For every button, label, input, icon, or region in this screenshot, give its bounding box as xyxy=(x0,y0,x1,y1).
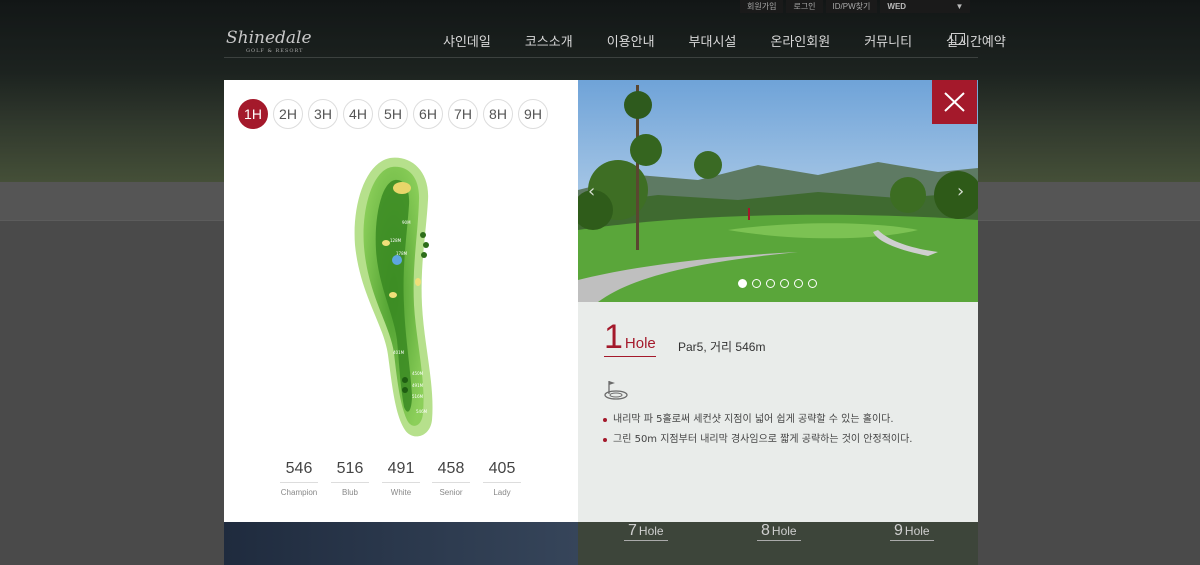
map-distance-label: 90M xyxy=(402,220,411,225)
distance-value: 491 xyxy=(382,460,420,483)
day-select[interactable]: WED ▼ xyxy=(880,0,971,13)
utility-bar: 회원가입 로그인 ID/PW찾기 WED ▼ xyxy=(740,0,971,13)
flag-green-icon xyxy=(604,381,628,400)
tab-hole-8[interactable]: 8H xyxy=(483,99,513,129)
thumb-word: Hole xyxy=(638,524,664,538)
hole-tabs: 1H 2H 3H 4H 5H 6H 7H 8H 9H xyxy=(238,99,548,129)
slide-prev-arrow[interactable]: ‹ xyxy=(588,181,595,202)
distance-value: 458 xyxy=(432,460,470,483)
distance-value: 546 xyxy=(280,460,318,483)
course-map-thumbnail xyxy=(224,520,578,565)
main-nav: 샤인데일 코스소개 이용안내 부대시설 온라인회원 커뮤니티 실시간예약 xyxy=(443,31,1012,50)
tab-hole-2[interactable]: 2H xyxy=(273,99,303,129)
tee-label: Champion xyxy=(280,488,318,497)
tab-hole-4[interactable]: 4H xyxy=(343,99,373,129)
site-logo[interactable]: Shinedale GOLF & RESORT xyxy=(226,28,312,54)
nav-divider xyxy=(224,57,978,58)
slide-dot-5[interactable] xyxy=(794,279,803,288)
close-icon xyxy=(944,92,965,112)
hole-title: 1 Hole xyxy=(604,320,656,357)
nav-item-course[interactable]: 코스소개 xyxy=(525,31,573,50)
tab-hole-1[interactable]: 1H xyxy=(238,99,268,129)
logo-script: Shinedale xyxy=(226,28,312,48)
hole-photo-slide xyxy=(578,80,978,302)
distance-value: 405 xyxy=(483,460,521,483)
map-distance-label: 178M xyxy=(396,251,408,256)
distance-senior: 458 Senior xyxy=(432,460,470,497)
chevron-down-icon: ▼ xyxy=(955,2,964,11)
hole-number: 1 xyxy=(604,318,623,356)
hole-layout-map: 90M 128M 178M 401M 450M 491M 516M 546M xyxy=(354,157,433,437)
calendar-icon[interactable] xyxy=(951,33,965,45)
hole-word: Hole xyxy=(624,335,656,352)
thumb-word: Hole xyxy=(771,524,797,538)
slide-dot-3[interactable] xyxy=(766,279,775,288)
slide-dot-4[interactable] xyxy=(780,279,789,288)
tee-label: White xyxy=(390,488,412,497)
thumb-num: 9 xyxy=(894,522,903,539)
tab-hole-7[interactable]: 7H xyxy=(448,99,478,129)
tab-hole-3[interactable]: 3H xyxy=(308,99,338,129)
tee-label: Lady xyxy=(493,488,511,497)
logo-sub: GOLF & RESORT xyxy=(246,48,304,54)
distance-lady: 405 Lady xyxy=(483,460,521,497)
tab-hole-9[interactable]: 9H xyxy=(518,99,548,129)
nav-item-online-member[interactable]: 온라인회원 xyxy=(770,31,830,50)
slide-next-arrow[interactable]: › xyxy=(957,181,964,202)
slide-dot-2[interactable] xyxy=(752,279,761,288)
find-id-link[interactable]: ID/PW찾기 xyxy=(825,0,878,13)
slide-dot-1[interactable] xyxy=(738,279,747,288)
map-distance-label: 401M xyxy=(393,350,405,355)
distance-champion: 546 Champion xyxy=(280,460,318,497)
description-item: 그린 50m 지점부터 내리막 경사임으로 짧게 공략하는 것이 안정적이다. xyxy=(603,430,912,450)
thumb-num: 7 xyxy=(628,522,637,539)
hole-thumb-label-8[interactable]: 8 Hole xyxy=(757,522,801,541)
slide-pagination xyxy=(738,279,817,288)
thumb-word: Hole xyxy=(904,524,930,538)
hole-thumb-label-7[interactable]: 7 Hole xyxy=(624,522,668,541)
map-distance-label: 128M xyxy=(390,238,402,243)
login-link[interactable]: 로그인 xyxy=(786,0,823,13)
hole-par-distance: Par5, 거리 546m xyxy=(678,340,766,354)
tab-hole-6[interactable]: 6H xyxy=(413,99,443,129)
join-link[interactable]: 회원가입 xyxy=(740,0,784,13)
tee-label: Senior xyxy=(439,488,463,497)
map-distance-label: 516M xyxy=(412,394,424,399)
map-distance-label: 491M xyxy=(412,383,424,388)
distance-blub: 516 Blub xyxy=(331,460,369,497)
day-value: WED xyxy=(887,2,907,11)
nav-item-facilities[interactable]: 부대시설 xyxy=(689,31,737,50)
nav-item-community[interactable]: 커뮤니티 xyxy=(864,31,912,50)
nav-item-shinedale[interactable]: 샤인데일 xyxy=(443,31,491,50)
description-item: 내리막 파 5홀로써 세컨샷 지점이 넓어 쉽게 공략할 수 있는 홀이다. xyxy=(603,410,912,430)
nav-item-guide[interactable]: 이용안내 xyxy=(607,31,655,50)
distance-value: 516 xyxy=(331,460,369,483)
hole-thumb-label-9[interactable]: 9 Hole xyxy=(890,522,934,541)
tab-hole-5[interactable]: 5H xyxy=(378,99,408,129)
map-distance-label: 546M xyxy=(416,409,428,414)
thumb-num: 8 xyxy=(761,522,770,539)
slide-dot-6[interactable] xyxy=(808,279,817,288)
hole-description: 내리막 파 5홀로써 세컨샷 지점이 넓어 쉽게 공략할 수 있는 홀이다. 그… xyxy=(603,410,912,450)
map-distance-label: 450M xyxy=(412,371,424,376)
tee-label: Blub xyxy=(341,488,358,497)
distance-white: 491 White xyxy=(382,460,420,497)
close-button[interactable] xyxy=(932,80,977,124)
